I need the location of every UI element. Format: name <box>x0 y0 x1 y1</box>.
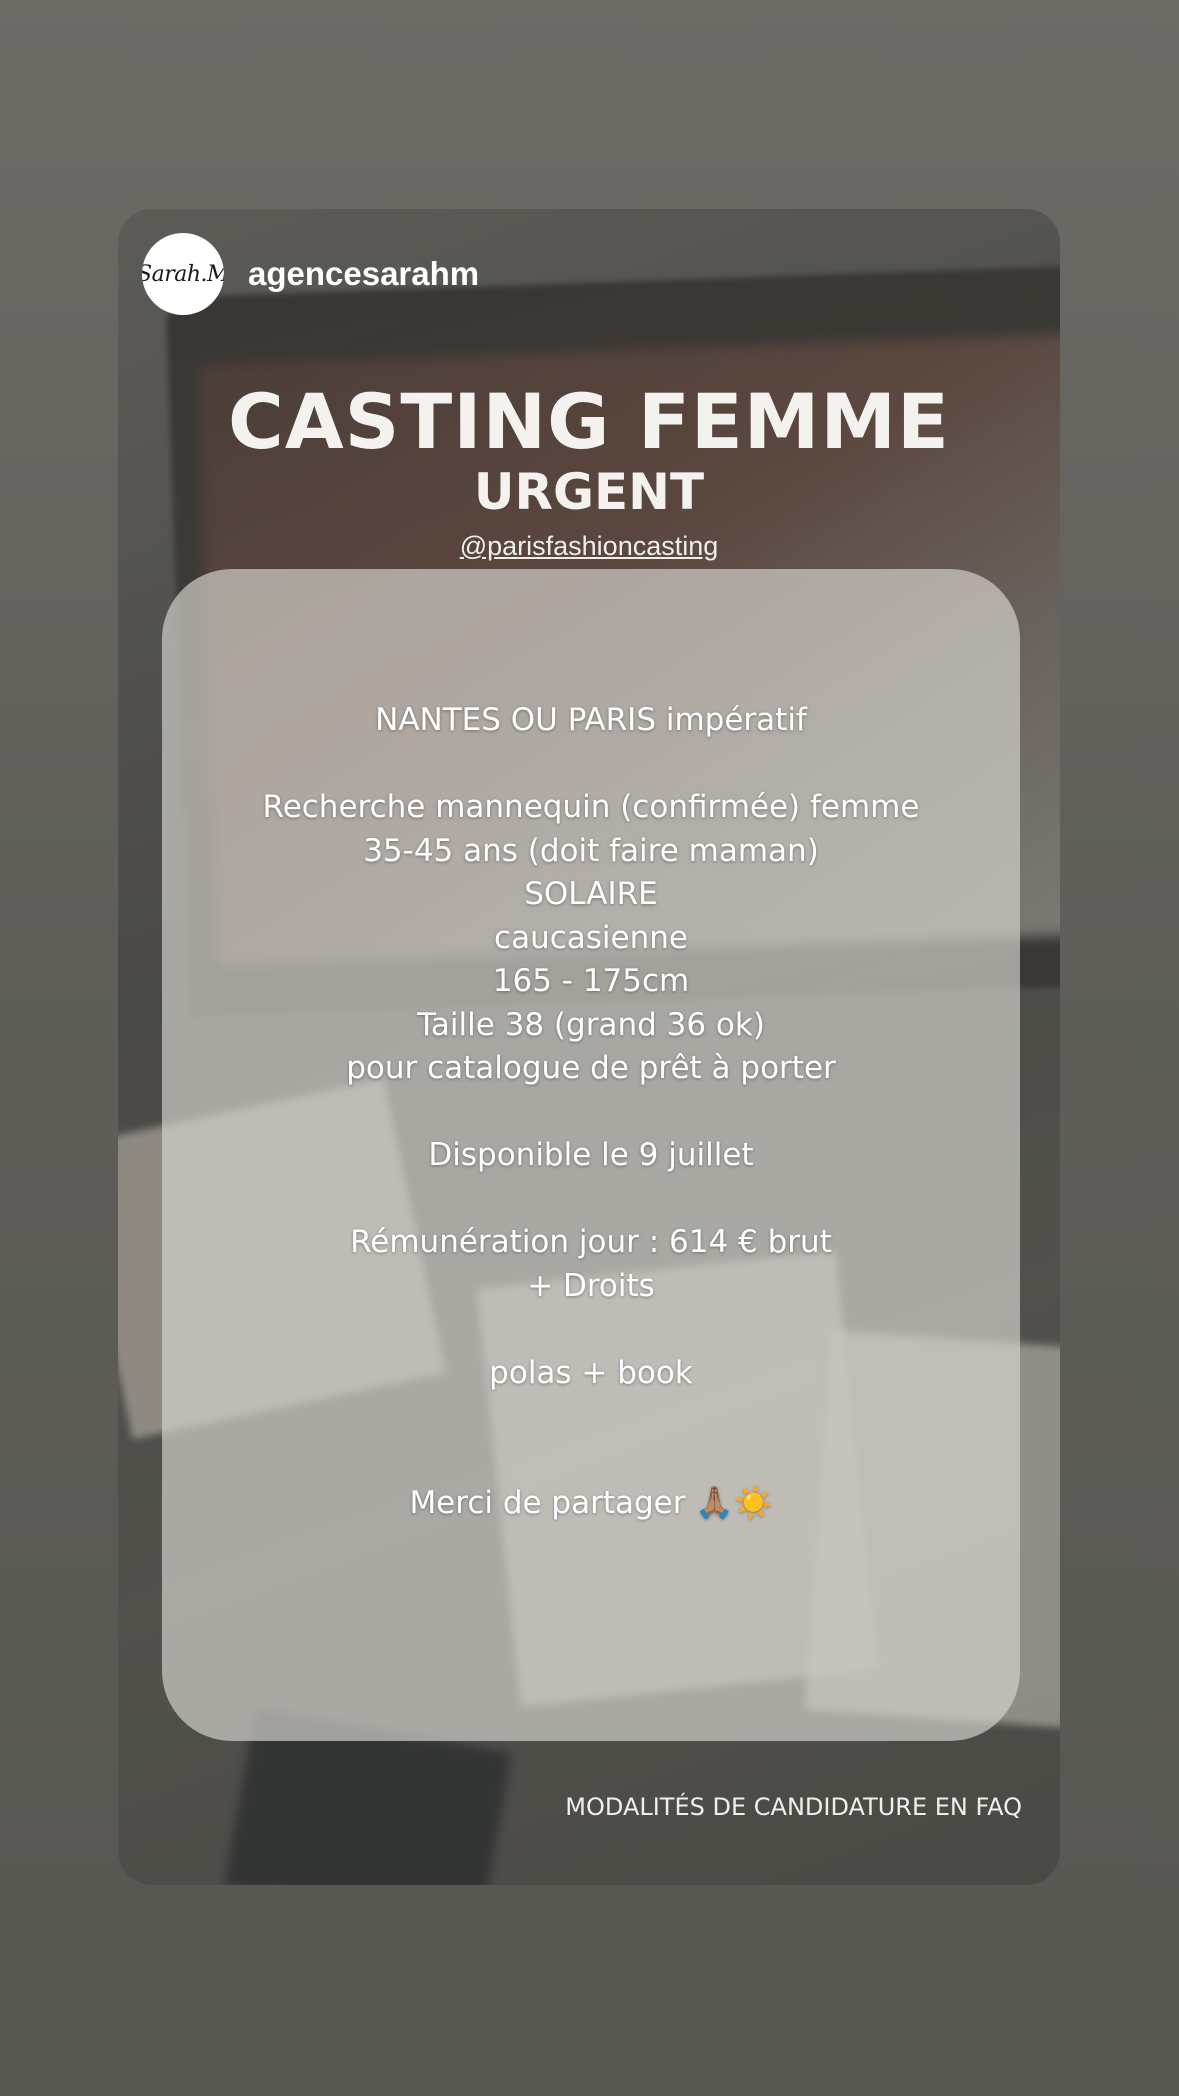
panel-line: polas + book <box>489 1354 693 1391</box>
panel-line: caucasienne <box>494 919 688 956</box>
text-panel: NANTES OU PARIS impératif Recherche mann… <box>162 569 1020 1741</box>
panel-line: 165 - 175cm <box>492 963 690 999</box>
panel-line: 35-45 ans (doit faire maman) <box>363 832 819 869</box>
username[interactable]: agencesarahm <box>248 255 479 293</box>
panel-line: Taille 38 (grand 36 ok) <box>417 1006 765 1043</box>
panel-line: Disponible le 9 juillet <box>428 1137 754 1173</box>
story-card: Sarah.M agencesarahm CASTING FEMME URGEN… <box>118 209 1060 1885</box>
mention-link[interactable]: @parisfashioncasting <box>118 531 1060 562</box>
panel-line: Rémunération jour : 614 € brut <box>350 1224 832 1260</box>
panel-line: pour catalogue de prêt à porter <box>346 1050 836 1086</box>
panel-line <box>162 1091 1020 1135</box>
panel-line <box>162 1178 1020 1222</box>
story-header: Sarah.M agencesarahm <box>142 233 479 315</box>
story-title: CASTING FEMME <box>228 377 950 466</box>
panel-line <box>162 1308 1020 1352</box>
panel-line: SOLAIRE <box>524 876 658 912</box>
panel-line: Merci de partager 🙏🏽☀️ <box>409 1485 773 1521</box>
story-subtitle: URGENT <box>473 463 705 521</box>
avatar[interactable]: Sarah.M <box>142 233 224 315</box>
panel-line <box>162 1439 1020 1483</box>
panel-text: NANTES OU PARIS impératif Recherche mann… <box>162 699 1020 1526</box>
panel-line <box>162 1395 1020 1439</box>
avatar-logo-text: Sarah.M <box>142 261 224 287</box>
panel-line <box>162 743 1020 787</box>
panel-line: Recherche mannequin (confirmée) femme <box>262 789 920 825</box>
footer-note: MODALITÉS DE CANDIDATURE EN FAQ <box>565 1793 1022 1821</box>
panel-line: NANTES OU PARIS impératif <box>375 702 807 738</box>
panel-line: + Droits <box>527 1267 655 1304</box>
